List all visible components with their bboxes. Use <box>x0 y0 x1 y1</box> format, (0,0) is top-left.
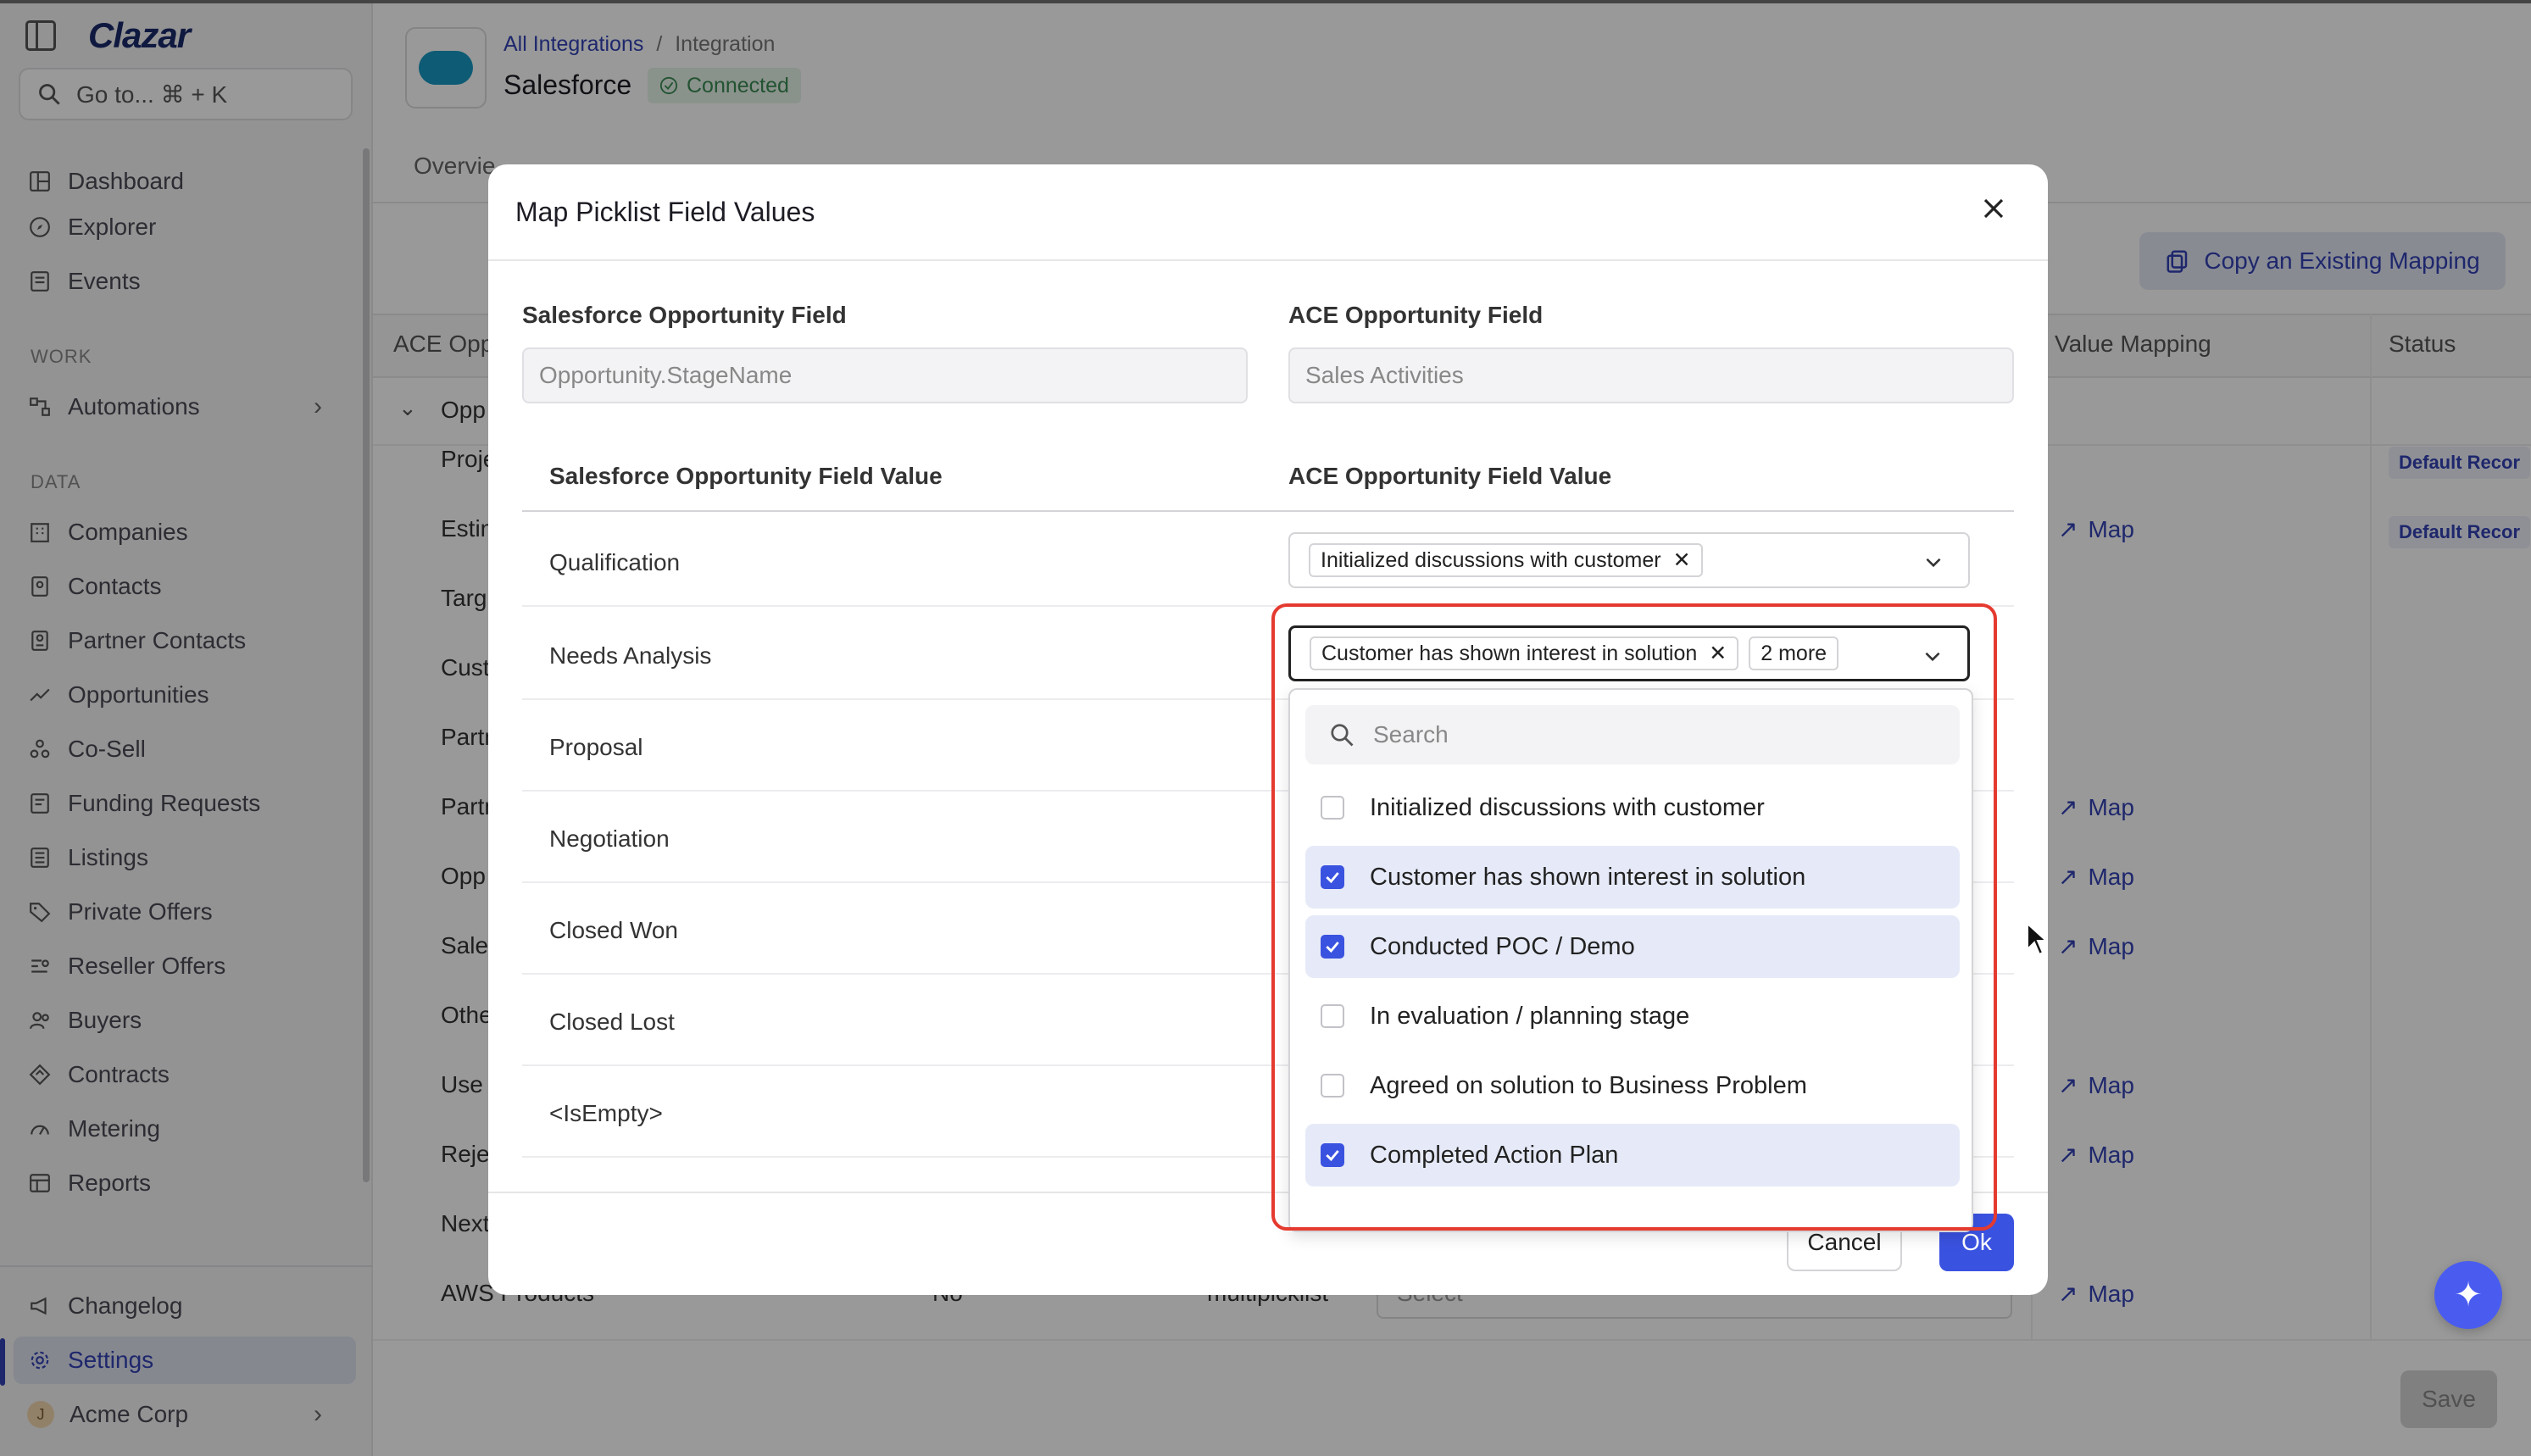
sparkle-icon: ✦ <box>2454 1276 2483 1314</box>
app-root: Clazar Go to... ⌘ + K Dashboard Explorer… <box>0 0 2531 1456</box>
mouse-cursor-icon <box>2027 922 2048 956</box>
row-label-closed-lost: Closed Lost <box>549 1009 675 1035</box>
row-label-qualification: Qualification <box>549 549 681 575</box>
row-label-closed-won: Closed Won <box>549 917 679 943</box>
row-label-negotiation: Negotiation <box>549 825 670 852</box>
row-label-needs-analysis: Needs Analysis <box>549 642 712 669</box>
sf-field-label: Salesforce Opportunity Field <box>522 302 847 328</box>
modal-title: Map Picklist Field Values <box>515 197 815 227</box>
remove-chip-icon[interactable]: ✕ <box>1673 547 1691 573</box>
ace-field-input: Sales Activities <box>1288 347 2014 403</box>
ace-field-label: ACE Opportunity Field <box>1288 302 1544 328</box>
col-sf-value-header: Salesforce Opportunity Field Value <box>549 463 943 489</box>
chevron-down-icon <box>1926 558 1941 568</box>
window-top-border <box>0 0 2531 3</box>
assistant-button[interactable]: ✦ <box>2434 1261 2502 1329</box>
header-divider <box>522 510 2014 512</box>
chip-label: Initialized discussions with customer <box>1321 547 1661 572</box>
sf-field-input: Opportunity.StageName <box>522 347 1248 403</box>
selected-chip: Initialized discussions with customer ✕ <box>1309 543 1703 577</box>
col-ace-value-header: ACE Opportunity Field Value <box>1288 463 1612 489</box>
modal-divider <box>488 259 2048 261</box>
row-label-proposal: Proposal <box>549 734 643 760</box>
row-label-isempty: <IsEmpty> <box>549 1100 663 1126</box>
close-button[interactable] <box>1973 188 2014 229</box>
close-icon <box>1983 198 2004 219</box>
qualification-select[interactable]: Initialized discussions with customer ✕ <box>1288 532 1970 588</box>
highlight-outline <box>1271 603 1997 1231</box>
